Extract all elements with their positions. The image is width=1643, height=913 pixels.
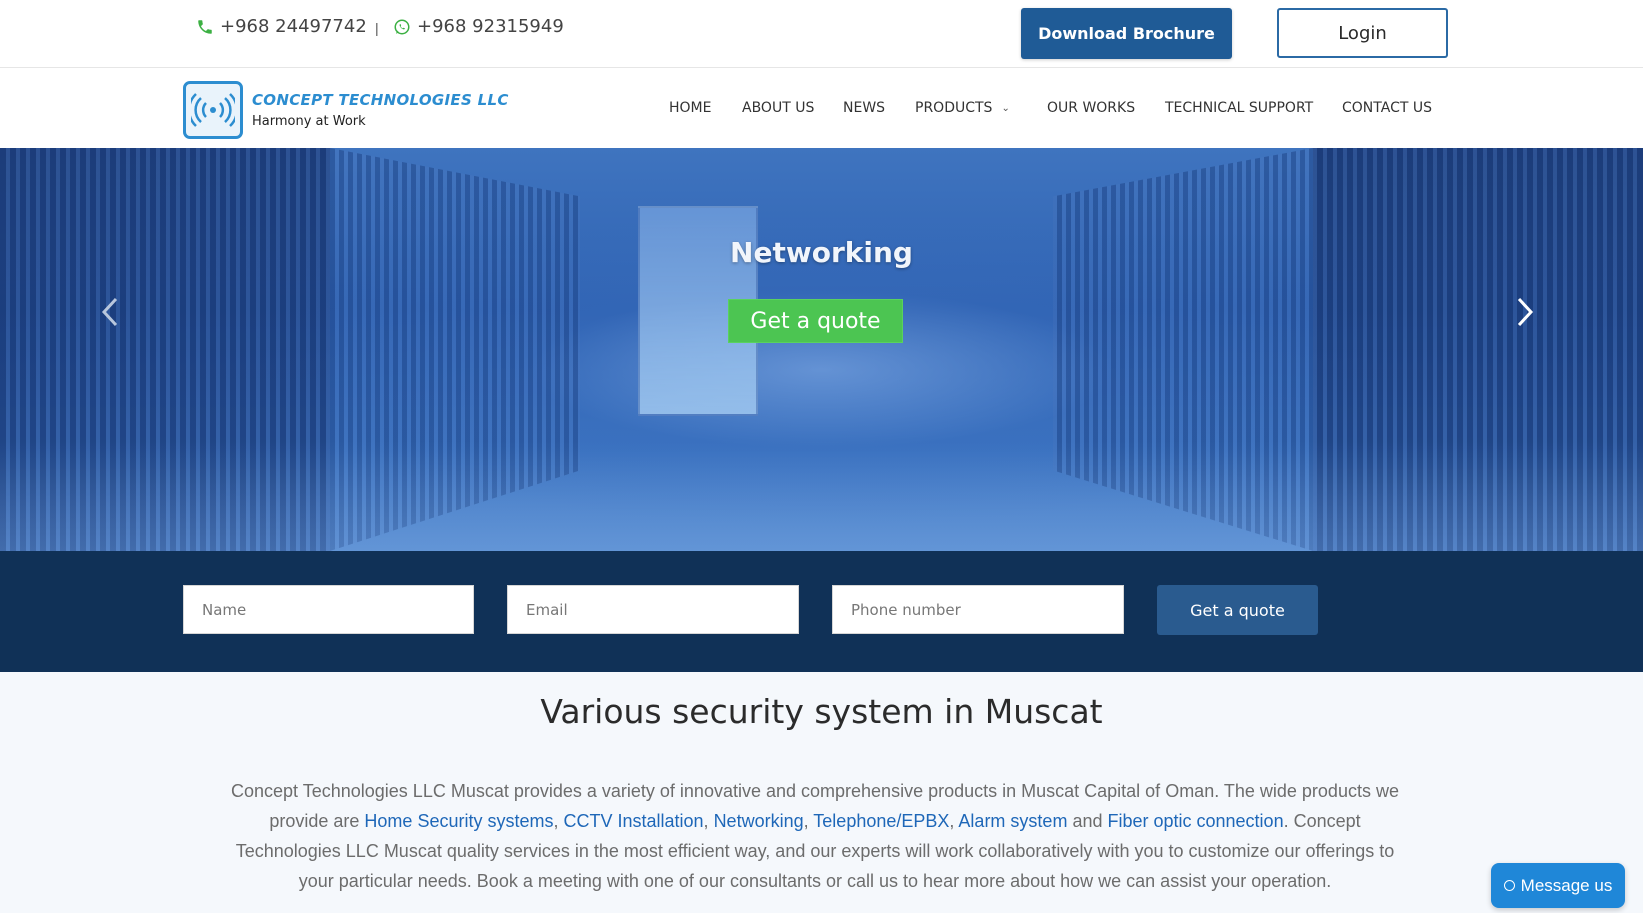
- hero-floor: [0, 441, 1643, 551]
- nav-item-products-label: PRODUCTS: [915, 100, 993, 116]
- section-title: Various security system in Muscat: [540, 692, 1103, 731]
- link-telephone-epbx[interactable]: Telephone/EPBX: [813, 811, 949, 831]
- brand-name: CONCEPT TECHNOLOGIES LLC: [252, 91, 509, 109]
- brand-logo[interactable]: CONCEPT TECHNOLOGIES LLC Harmony at Work: [183, 81, 509, 139]
- link-cctv-installation[interactable]: CCTV Installation: [563, 811, 703, 831]
- phone-number: +968 24497742: [220, 16, 367, 37]
- nav-item-technical-support[interactable]: TECHNICAL SUPPORT: [1165, 100, 1313, 116]
- name-input[interactable]: Name: [183, 585, 474, 634]
- slider-prev-arrow-icon[interactable]: [90, 292, 130, 332]
- hero-slider: Networking Get a quote: [0, 148, 1643, 551]
- main-navbar: CONCEPT TECHNOLOGIES LLC Harmony at Work…: [0, 69, 1643, 148]
- quote-form: Name Email Phone number Get a quote: [0, 551, 1643, 672]
- link-alarm-system[interactable]: Alarm system: [958, 811, 1067, 831]
- phone-contact[interactable]: +968 24497742: [196, 16, 367, 37]
- download-brochure-button[interactable]: Download Brochure: [1021, 8, 1232, 59]
- message-us-label: Message us: [1520, 875, 1613, 895]
- link-networking[interactable]: Networking: [714, 811, 804, 831]
- nav-item-our-works[interactable]: OUR WORKS: [1047, 100, 1135, 116]
- security-section: Various security system in Muscat Concep…: [0, 672, 1643, 913]
- nav-item-news[interactable]: NEWS: [843, 100, 885, 116]
- nav-item-products[interactable]: PRODUCTS ⌄: [915, 100, 1010, 116]
- hero-title: Networking: [730, 236, 913, 269]
- phone-input[interactable]: Phone number: [832, 585, 1124, 634]
- message-us-button[interactable]: Message us: [1491, 863, 1625, 908]
- login-button[interactable]: Login: [1277, 8, 1448, 58]
- hero-get-quote-button[interactable]: Get a quote: [728, 299, 903, 343]
- nav-item-about-us[interactable]: ABOUT US: [742, 100, 814, 116]
- section-paragraph: Concept Technologies LLC Muscat provides…: [230, 776, 1400, 896]
- nav-item-home[interactable]: HOME: [669, 100, 711, 116]
- para-separator: ,: [553, 811, 564, 831]
- slider-next-arrow-icon[interactable]: [1505, 292, 1545, 332]
- top-bar: +968 24497742 | +968 92315949 Download B…: [0, 0, 1643, 68]
- quote-submit-button[interactable]: Get a quote: [1157, 585, 1318, 635]
- email-input[interactable]: Email: [507, 585, 799, 634]
- para-separator: ,: [803, 811, 814, 831]
- contact-separator: |: [375, 20, 379, 36]
- chat-icon: [1503, 880, 1515, 891]
- link-fiber-optic[interactable]: Fiber optic connection: [1107, 811, 1283, 831]
- brand-tagline: Harmony at Work: [252, 114, 366, 129]
- phone-icon: [198, 19, 212, 34]
- para-separator: ,: [703, 811, 714, 831]
- whatsapp-number: +968 92315949: [417, 16, 564, 37]
- nav-item-contact-us[interactable]: CONTACT US: [1342, 100, 1432, 116]
- chevron-down-icon: ⌄: [1001, 103, 1010, 114]
- whatsapp-contact[interactable]: +968 92315949: [393, 16, 564, 37]
- link-home-security[interactable]: Home Security systems: [364, 811, 553, 831]
- whatsapp-icon: [394, 19, 410, 34]
- wireless-signal-icon: [183, 81, 243, 139]
- para-separator: and: [1067, 811, 1108, 831]
